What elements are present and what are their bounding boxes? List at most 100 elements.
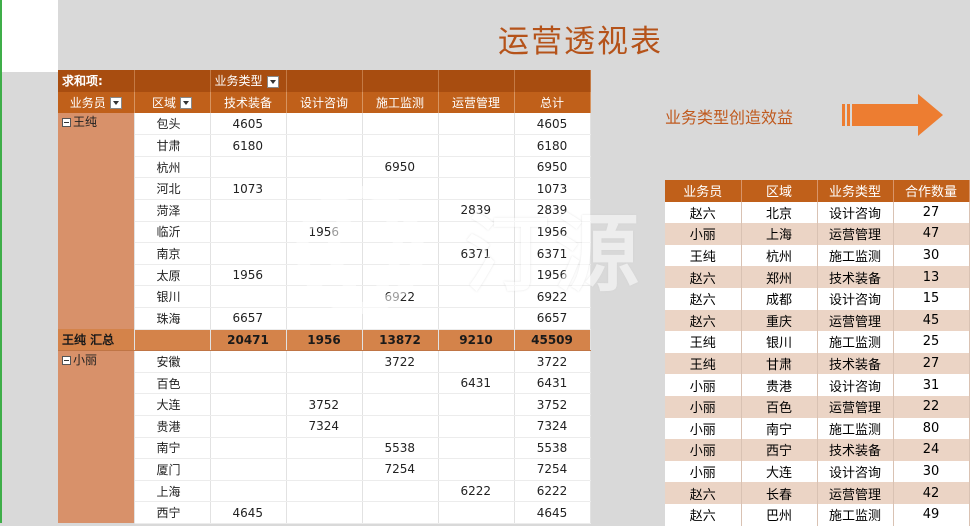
column-header-label: 技术装备 — [223, 95, 272, 110]
column-field-cell[interactable]: 业务类型 — [210, 70, 287, 92]
value-cell: 4645 — [210, 501, 287, 524]
table-cell: 设计咨询 — [817, 374, 894, 396]
value-cell — [438, 156, 515, 179]
subtotal-empty — [134, 329, 211, 352]
collapse-minus-icon[interactable] — [62, 356, 71, 366]
value-cell: 6222 — [438, 480, 515, 503]
region-cell: 河北 — [134, 177, 211, 201]
table-cell: 施工监测 — [817, 503, 894, 526]
subtotal-value: 13872 — [362, 329, 439, 352]
value-cell — [286, 372, 363, 395]
header-empty — [514, 70, 591, 92]
table-cell: 赵六 — [665, 266, 742, 288]
value-cell — [438, 393, 515, 416]
region-cell: 安徽 — [134, 350, 211, 373]
table-row: 小丽 上海 运营管理 47 — [665, 223, 970, 245]
value-cell — [362, 177, 439, 201]
value-cell — [210, 372, 287, 395]
salesperson-cell[interactable]: 王纯 — [58, 113, 135, 330]
value-cell: 6922 — [514, 285, 591, 309]
table-cell: 80 — [893, 417, 970, 440]
table-row: 赵六 重庆 运营管理 45 — [665, 309, 970, 332]
value-cell — [286, 458, 363, 481]
table-row: 赵六 长春 运营管理 42 — [665, 482, 970, 504]
table-row: 王纯 甘肃 技术装备 27 — [665, 352, 970, 375]
column-header: 业务类型 — [817, 180, 894, 202]
table-cell: 31 — [893, 374, 970, 396]
table-cell: 运营管理 — [817, 223, 894, 245]
region-cell: 南京 — [134, 242, 211, 265]
salesperson-name: 小丽 — [73, 353, 98, 368]
table-cell: 15 — [893, 287, 970, 310]
table-cell: 上海 — [741, 223, 818, 245]
table-row: 杭州 6950 6950 — [58, 156, 591, 179]
column-header[interactable]: 业务员 — [58, 91, 135, 114]
region-cell: 临沂 — [134, 221, 211, 244]
value-cell: 7254 — [514, 458, 591, 481]
value-cell — [286, 437, 363, 460]
table-cell: 小丽 — [665, 460, 742, 483]
table-cell: 47 — [893, 223, 970, 245]
filter-dropdown-icon[interactable] — [180, 97, 192, 110]
table-cell: 运营管理 — [817, 309, 894, 332]
table-cell: 技术装备 — [817, 439, 894, 461]
table-cell: 25 — [893, 331, 970, 353]
value-cell: 6950 — [514, 156, 591, 179]
value-cell — [210, 415, 287, 438]
table-cell: 王纯 — [665, 352, 742, 375]
table-cell: 成都 — [741, 287, 818, 310]
table-cell: 27 — [893, 352, 970, 375]
column-header: 区域 — [741, 180, 818, 202]
table-cell: 大连 — [741, 460, 818, 483]
value-cell — [286, 134, 363, 157]
table-cell: 小丽 — [665, 439, 742, 461]
table-cell: 施工监测 — [817, 331, 894, 353]
value-cell: 6657 — [210, 307, 287, 330]
table-row: 甘肃 6180 6180 — [58, 134, 591, 157]
value-cell: 4645 — [514, 501, 591, 524]
value-cell: 1956 — [514, 264, 591, 287]
value-cell — [362, 199, 439, 222]
table-cell: 30 — [893, 244, 970, 267]
table-cell: 百色 — [741, 395, 818, 418]
table-row: 百色 6431 6431 — [58, 372, 591, 395]
value-cell — [286, 350, 363, 373]
value-cell: 1956 — [286, 221, 363, 244]
value-cell: 6222 — [514, 480, 591, 503]
collapse-minus-icon[interactable] — [62, 118, 71, 128]
salesperson-cell[interactable]: 小丽 — [58, 350, 135, 524]
column-header: 设计咨询 — [286, 91, 363, 114]
value-cell — [286, 242, 363, 265]
table-row: 小丽 南宁 施工监测 80 — [665, 417, 970, 440]
table-cell: 西宁 — [741, 439, 818, 461]
value-cell — [438, 307, 515, 330]
table-row: 上海 6222 6222 — [58, 480, 591, 503]
value-cell — [286, 177, 363, 201]
table-cell: 赵六 — [665, 482, 742, 504]
value-cell — [210, 156, 287, 179]
value-cell: 6657 — [514, 307, 591, 330]
filter-dropdown-icon[interactable] — [266, 75, 279, 88]
value-cell — [438, 350, 515, 373]
filter-dropdown-icon[interactable] — [109, 97, 122, 110]
table-cell: 设计咨询 — [817, 287, 894, 310]
table-cell: 24 — [893, 439, 970, 461]
region-cell: 南宁 — [134, 437, 211, 460]
value-cell — [286, 501, 363, 524]
value-cell — [362, 113, 439, 136]
value-cell — [438, 221, 515, 244]
value-cell — [210, 199, 287, 222]
column-header[interactable]: 区域 — [134, 91, 211, 114]
value-cell — [438, 458, 515, 481]
value-cell — [286, 307, 363, 330]
source-header-row: 业务员 区域 业务类型 合作数量 — [665, 180, 970, 202]
region-cell: 杭州 — [134, 156, 211, 179]
value-cell: 6180 — [210, 134, 287, 157]
table-cell: 北京 — [741, 201, 818, 224]
value-cell — [438, 285, 515, 309]
value-cell: 6922 — [362, 285, 439, 309]
table-cell: 王纯 — [665, 331, 742, 353]
pivot-header-row-1: 求和项: 业务类型 — [58, 70, 591, 92]
table-cell: 30 — [893, 460, 970, 483]
page-title: 运营透视表 — [498, 24, 663, 60]
